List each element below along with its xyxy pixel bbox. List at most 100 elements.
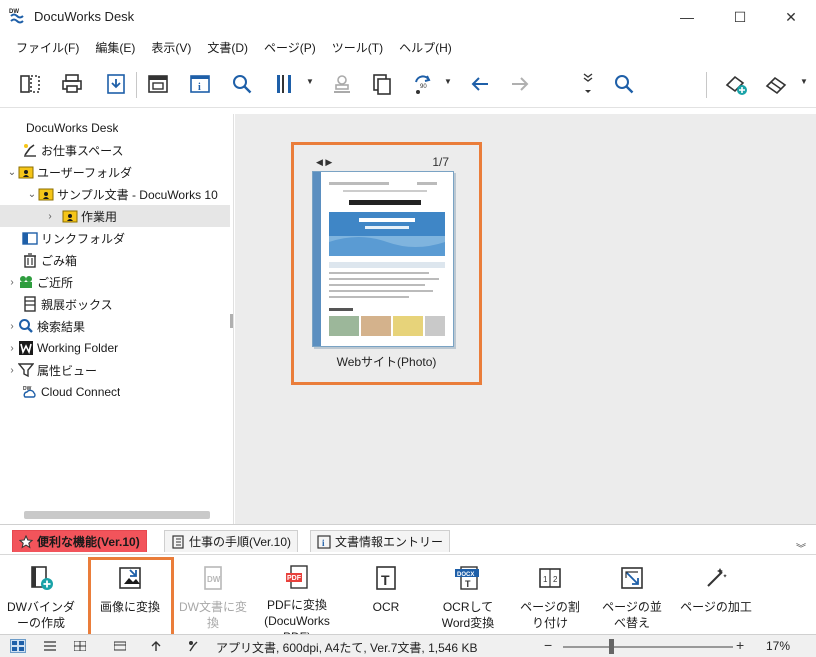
- tree-item-cloud-connect[interactable]: DW Cloud Connect: [22, 381, 120, 403]
- binder-icon[interactable]: [270, 70, 298, 98]
- ocr-word-button[interactable]: DOCX T OCRしてWord変換: [427, 559, 509, 631]
- minimize-button[interactable]: —: [664, 0, 710, 34]
- docuworks-logo-icon: DW: [9, 9, 24, 24]
- tree-item-label: Cloud Connect: [41, 385, 121, 399]
- cloud-connect-icon: DW: [22, 384, 38, 400]
- star-icon: [19, 534, 33, 549]
- svg-text:T: T: [465, 579, 471, 589]
- document-status-text: アプリ文書, 600dpi, A4たて, Ver.7文書, 1,546 KB: [216, 641, 478, 655]
- page-layout-button[interactable]: 12 ページの割り付け: [509, 559, 591, 631]
- create-binder-button[interactable]: DWバインダーの作成: [0, 559, 82, 631]
- chevron-right-icon[interactable]: ›: [6, 365, 18, 376]
- workspace-icon: [186, 639, 202, 653]
- tree-item-working[interactable]: › 作業用: [0, 205, 230, 227]
- tree-item-neighbors[interactable]: › ご近所: [6, 271, 73, 293]
- chevron-right-icon[interactable]: ›: [44, 211, 56, 222]
- panel-divider: [0, 524, 816, 525]
- chevron-right-icon[interactable]: ›: [6, 343, 18, 354]
- tree-horizontal-scrollbar[interactable]: [24, 511, 210, 519]
- forward-arrow-icon[interactable]: [506, 70, 534, 98]
- close-button[interactable]: ✕: [768, 0, 814, 34]
- function-label: 画像に変換: [99, 600, 160, 614]
- menu-tools[interactable]: ツール(T): [324, 36, 391, 60]
- binder-add-icon: [26, 563, 56, 593]
- toolbar-overflow-icon[interactable]: [574, 70, 602, 98]
- tree-item-label: Working Folder: [37, 341, 119, 355]
- svg-text:i: i: [322, 538, 325, 548]
- back-arrow-icon[interactable]: [466, 70, 494, 98]
- zoom-level: 17%: [766, 639, 791, 653]
- upload-icon[interactable]: [148, 639, 164, 653]
- svg-text:DW: DW: [207, 575, 221, 584]
- page-edit-button[interactable]: ページの加工: [675, 559, 757, 631]
- print-icon[interactable]: [58, 70, 86, 98]
- function-label: DW文書に変換: [179, 600, 247, 630]
- user-folder-icon: [38, 186, 54, 202]
- tab-document-info-entry[interactable]: i 文書情報エントリー: [310, 530, 451, 552]
- workspace-icon: [22, 142, 38, 158]
- zoom-slider-thumb[interactable]: [609, 639, 614, 654]
- tree-item-docuworks-desk[interactable]: DocuWorks Desk: [26, 117, 118, 139]
- page-view-icon[interactable]: [112, 639, 128, 653]
- menu-edit[interactable]: 編集(E): [87, 36, 143, 60]
- eraser-icon[interactable]: [762, 70, 790, 98]
- page-reorder-icon: [617, 563, 647, 593]
- chevron-down-icon[interactable]: ⌄: [26, 189, 38, 200]
- function-panel: DWバインダーの作成 画像に変換 DW DW文書に変換 PDF PDFに変換(D…: [0, 554, 816, 644]
- thumbnail-view-icon[interactable]: [10, 639, 26, 653]
- menu-page[interactable]: ページ(P): [256, 36, 324, 60]
- chevron-right-icon[interactable]: ›: [6, 321, 18, 332]
- tab-label: 文書情報エントリー: [335, 535, 444, 549]
- convert-to-image-button[interactable]: 画像に変換: [89, 559, 171, 631]
- maximize-button[interactable]: ☐: [717, 0, 763, 34]
- tree-item-search-results[interactable]: › 検索結果: [6, 315, 85, 337]
- info-icon[interactable]: i: [186, 70, 214, 98]
- menu-view[interactable]: 表示(V): [143, 36, 199, 60]
- menu-help[interactable]: ヘルプ(H): [391, 36, 460, 60]
- ocr-button[interactable]: T OCR: [345, 559, 427, 631]
- chevron-right-icon[interactable]: ›: [6, 277, 18, 288]
- stamp-icon[interactable]: [328, 70, 356, 98]
- tree-item-workspace[interactable]: お仕事スペース: [22, 139, 124, 161]
- toolbar-more-dropdown-icon[interactable]: ▼: [800, 77, 808, 86]
- import-icon[interactable]: [102, 70, 130, 98]
- convert-to-dw-button[interactable]: DW DW文書に変換: [172, 559, 254, 631]
- doc-info-icon: i: [317, 534, 331, 549]
- zoom-out-button[interactable]: −: [544, 637, 552, 653]
- page-nav-arrows[interactable]: ◀ ▶: [316, 157, 332, 168]
- tree-item-label: リンクフォルダ: [41, 231, 126, 246]
- tab-useful-functions[interactable]: 便利な機能(Ver.10): [12, 530, 147, 552]
- convert-to-pdf-button[interactable]: PDF PDFに変換(DocuWorks PDF): [256, 559, 338, 644]
- tree-item-working-folder[interactable]: › Working Folder: [6, 337, 118, 359]
- zoom-slider-track[interactable]: [563, 646, 733, 648]
- tree-item-confidential-box[interactable]: 親展ボックス: [22, 293, 113, 315]
- user-folder-icon: [62, 208, 78, 224]
- viewer-icon[interactable]: [144, 70, 172, 98]
- rotate-icon[interactable]: 90: [408, 70, 436, 98]
- menu-document[interactable]: 文書(D): [199, 36, 256, 60]
- split-view-icon[interactable]: [16, 70, 44, 98]
- tree-item-sample-docs[interactable]: ⌄ サンプル文書 - DocuWorks 10: [26, 183, 230, 205]
- list-view-icon[interactable]: [42, 639, 58, 653]
- page-reorder-button[interactable]: ページの並べ替え: [591, 559, 673, 631]
- detail-view-icon[interactable]: [72, 639, 88, 653]
- tree-item-user-folder[interactable]: ⌄ ユーザーフォルダ: [6, 161, 132, 183]
- tab-work-procedure[interactable]: 仕事の手順(Ver.10): [164, 530, 299, 552]
- document-thumbnail[interactable]: [312, 171, 454, 347]
- copy-pages-icon[interactable]: [368, 70, 396, 98]
- eraser-add-icon[interactable]: [722, 70, 750, 98]
- zoom-in-button[interactable]: +: [736, 637, 744, 653]
- rotate-dropdown-icon[interactable]: ▼: [444, 77, 452, 86]
- binder-dropdown-icon[interactable]: ▼: [306, 77, 314, 86]
- menu-file[interactable]: ファイル(F): [8, 36, 87, 60]
- tab-label: 便利な機能(Ver.10): [37, 535, 140, 549]
- zoom-icon[interactable]: [610, 70, 638, 98]
- collapse-panel-icon[interactable]: ︾: [796, 540, 806, 555]
- tree-item-attribute-view[interactable]: › 属性ビュー: [6, 359, 97, 381]
- chevron-down-icon[interactable]: ⌄: [6, 167, 18, 178]
- search-icon[interactable]: [228, 70, 256, 98]
- pane-splitter[interactable]: [230, 314, 233, 328]
- tree-item-trash[interactable]: ごみ箱: [22, 249, 77, 271]
- tree-item-label: 検索結果: [37, 319, 86, 334]
- tree-item-link-folder[interactable]: リンクフォルダ: [22, 227, 125, 249]
